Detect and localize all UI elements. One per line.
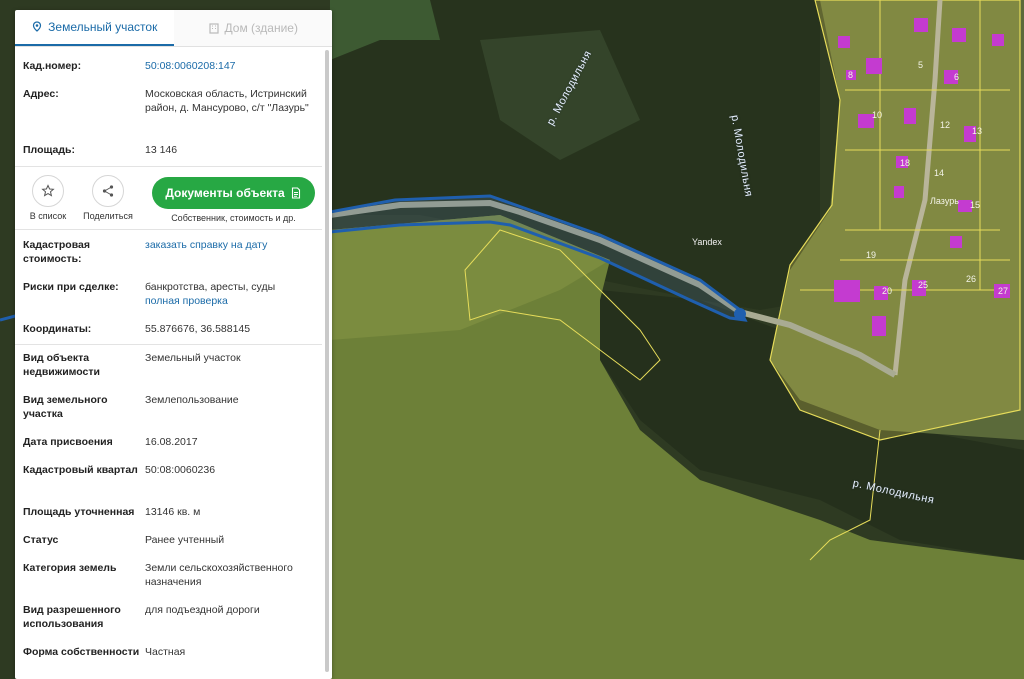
plot-number: 8: [848, 70, 854, 80]
field-key: Вид разрешенного использования: [23, 604, 121, 630]
field-coordinates: Координаты: 55.876676, 36.588145: [15, 322, 322, 340]
field-value: Земельный участок: [145, 352, 241, 364]
tab-land-plot[interactable]: Земельный участок: [15, 10, 174, 46]
field-key: Координаты:: [23, 323, 92, 335]
plot-number: 13: [972, 126, 983, 136]
tab-bar: Земельный участок Дом (здание): [15, 10, 332, 47]
field-key: Вид земельного участка: [23, 394, 108, 420]
field-cadastral-quarter: Кадастровый квартал 50:08:0060236: [15, 463, 322, 497]
field-key: Дата присвоения: [23, 436, 113, 448]
field-risks: Риски при сделке: банкротства, аресты, с…: [15, 280, 322, 310]
field-key: Площадь уточненная: [23, 506, 135, 518]
plot-number: 10: [872, 110, 883, 120]
field-cadastral-value: Кадастровая стоимость: заказать справку …: [15, 238, 322, 272]
plot-number: 26: [966, 274, 977, 284]
info-panel: Земельный участок Дом (здание) Кад.номер…: [15, 10, 332, 679]
field-key: Категория земель: [23, 562, 117, 574]
plot-number: 12: [940, 120, 951, 130]
field-status: Статус Ранее учтенный: [15, 533, 322, 555]
field-land-plot-type: Вид земельного участка Землепользование: [15, 393, 322, 429]
field-value: Земли сельскохозяйственного назначения: [145, 562, 293, 588]
risks-text: банкротства, аресты, суды: [145, 281, 276, 293]
field-key: Кадастровый квартал: [23, 464, 138, 476]
field-key: Форма собственности: [23, 646, 140, 658]
field-key: Площадь:: [23, 144, 75, 156]
field-key: Статус: [23, 534, 59, 546]
field-value: 13146 кв. м: [145, 506, 201, 518]
field-value: Московская область, Истринский район, д.…: [145, 88, 309, 114]
full-check-link[interactable]: полная проверка: [145, 295, 228, 307]
plot-number: 18: [900, 158, 911, 168]
field-area: Площадь: 13 146: [15, 143, 322, 161]
tab-house-label: Дом (здание): [224, 21, 298, 35]
add-to-list-label: В список: [29, 211, 67, 221]
field-value: 16.08.2017: [145, 436, 198, 448]
field-key: Кадастровая стоимость:: [23, 239, 90, 265]
field-value: Ранее учтенный: [145, 534, 225, 546]
field-value: Землепользование: [145, 394, 239, 406]
field-value: 13 146: [145, 144, 178, 156]
plot-number: 15: [970, 200, 981, 210]
plot-number: 6: [954, 72, 960, 82]
plot-number: 25: [918, 280, 929, 290]
details-scroll-area[interactable]: Кад.номер: 50:08:0060208:147 Адрес: Моск…: [15, 47, 322, 679]
plot-number: 5: [918, 60, 924, 70]
object-documents-label: Документы объекта: [165, 186, 285, 200]
document-icon: [291, 187, 300, 199]
tab-land-plot-label: Земельный участок: [48, 20, 158, 34]
field-value: 55.876676, 36.588145: [145, 323, 251, 335]
field-permitted-use: Вид разрешенного использования для подъе…: [15, 603, 322, 639]
action-bar: В список Поделиться Документы объекта Со…: [15, 167, 322, 229]
scrollbar[interactable]: [325, 50, 329, 672]
field-value: для подъездной дороги: [145, 604, 260, 616]
tab-house[interactable]: Дом (здание): [173, 10, 332, 46]
field-ownership-form: Форма собственности Частная: [15, 645, 322, 679]
plot-number: 27: [998, 286, 1009, 296]
field-address: Адрес: Московская область, Истринский ра…: [15, 87, 322, 143]
field-value: 50:08:0060236: [145, 464, 216, 476]
field-value: Частная: [145, 646, 186, 658]
object-documents-button[interactable]: Документы объекта: [152, 177, 315, 209]
plot-number: 14: [934, 168, 945, 178]
star-icon: [41, 184, 55, 197]
plot-number: 20: [882, 286, 893, 296]
field-refined-area: Площадь уточненная 13146 кв. м: [15, 505, 322, 527]
field-assignment-date: Дата присвоения 16.08.2017: [15, 435, 322, 457]
settlement-label: Лазурь: [930, 196, 959, 206]
share-button[interactable]: Поделиться: [78, 175, 138, 221]
field-key: Риски при сделке:: [23, 281, 119, 293]
share-icon: [102, 185, 114, 197]
field-key: Адрес:: [23, 88, 59, 100]
field-land-category: Категория земель Земли сельскохозяйствен…: [15, 561, 322, 597]
field-key: Вид объекта недвижимости: [23, 352, 100, 378]
yandex-label: Yandex: [692, 237, 722, 247]
cadastral-number-link[interactable]: 50:08:0060208:147: [145, 60, 236, 72]
order-certificate-link[interactable]: заказать справку на дату: [145, 239, 267, 251]
field-cadastral-number: Кад.номер: 50:08:0060208:147: [15, 59, 322, 87]
field-object-type: Вид объекта недвижимости Земельный участ…: [15, 351, 322, 387]
documents-subtitle: Собственник, стоимость и др.: [171, 213, 296, 223]
add-to-list-button[interactable]: В список: [18, 175, 78, 221]
plot-number: 19: [866, 250, 877, 260]
map-pin-icon: [33, 21, 42, 32]
share-label: Поделиться: [83, 211, 133, 221]
building-icon: [208, 23, 219, 34]
field-key: Кад.номер:: [23, 60, 82, 72]
